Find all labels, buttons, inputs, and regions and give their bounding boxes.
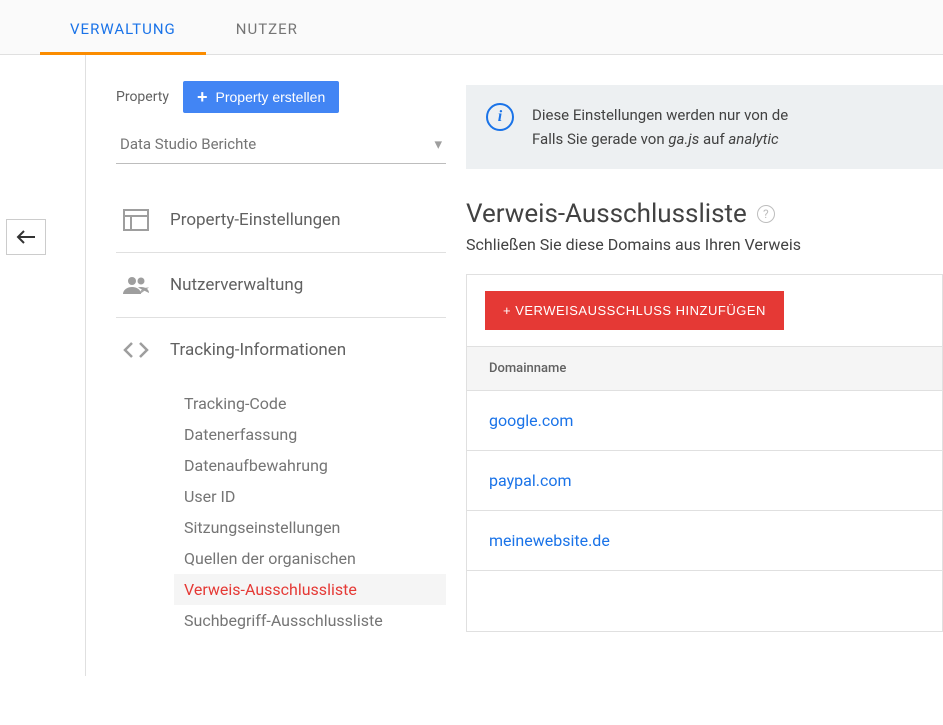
property-sidebar: Property + Property erstellen Data Studi… bbox=[86, 55, 466, 676]
nav-tracking-info[interactable]: Tracking-Informationen bbox=[116, 318, 446, 382]
layout-icon bbox=[122, 208, 150, 232]
domain-link[interactable]: google.com bbox=[489, 411, 573, 430]
info-icon: i bbox=[486, 103, 514, 131]
page-title: Verweis-Ausschlussliste bbox=[466, 199, 747, 229]
domain-table: + VERWEISAUSSCHLUSS HINZUFÜGEN Domainnam… bbox=[466, 274, 943, 632]
back-column bbox=[26, 55, 86, 676]
property-header-row: Property + Property erstellen bbox=[116, 81, 446, 113]
top-tabs: VERWALTUNG NUTZER bbox=[0, 0, 943, 55]
tracking-submenu: Tracking-Code Datenerfassung Datenaufbew… bbox=[116, 382, 446, 656]
table-row: google.com bbox=[467, 391, 942, 451]
nav-label: Nutzerverwaltung bbox=[170, 275, 303, 295]
add-referral-exclusion-button[interactable]: + VERWEISAUSSCHLUSS HINZUFÜGEN bbox=[485, 291, 784, 330]
table-empty-row bbox=[467, 571, 942, 631]
sub-data-collection[interactable]: Datenerfassung bbox=[184, 419, 446, 450]
help-icon[interactable]: ? bbox=[757, 205, 775, 223]
info-text: Diese Einstellungen werden nur von de Fa… bbox=[532, 103, 788, 151]
table-row: meinewebsite.de bbox=[467, 511, 942, 571]
page-description: Schließen Sie diese Domains aus Ihren Ve… bbox=[466, 235, 943, 254]
property-select-value: Data Studio Berichte bbox=[120, 135, 256, 153]
property-label: Property bbox=[116, 89, 169, 105]
table-header: Domainname bbox=[467, 347, 942, 391]
code-icon bbox=[122, 338, 150, 362]
sub-user-id[interactable]: User ID bbox=[184, 481, 446, 512]
tab-users[interactable]: NUTZER bbox=[206, 0, 328, 54]
plus-icon: + bbox=[197, 90, 208, 104]
nav-label: Tracking-Informationen bbox=[170, 340, 346, 360]
domain-link[interactable]: meinewebsite.de bbox=[489, 531, 610, 550]
sub-tracking-code[interactable]: Tracking-Code bbox=[184, 388, 446, 419]
sub-organic-sources[interactable]: Quellen der organischen bbox=[184, 543, 446, 574]
add-row: + VERWEISAUSSCHLUSS HINZUFÜGEN bbox=[467, 275, 942, 347]
tab-admin[interactable]: VERWALTUNG bbox=[40, 0, 206, 54]
create-property-label: Property erstellen bbox=[216, 89, 326, 105]
domain-link[interactable]: paypal.com bbox=[489, 471, 571, 490]
create-property-button[interactable]: + Property erstellen bbox=[183, 81, 339, 113]
sub-search-exclusion[interactable]: Suchbegriff-Ausschlussliste bbox=[184, 605, 446, 636]
main-content: i Diese Einstellungen werden nur von de … bbox=[466, 55, 943, 676]
property-select[interactable]: Data Studio Berichte ▾ bbox=[116, 127, 446, 164]
sub-referral-exclusion[interactable]: Verweis-Ausschlussliste bbox=[174, 574, 446, 605]
sub-data-retention[interactable]: Datenaufbewahrung bbox=[184, 450, 446, 481]
users-icon bbox=[122, 273, 150, 297]
back-arrow-icon bbox=[16, 229, 36, 245]
back-button[interactable] bbox=[6, 219, 46, 255]
nav-label: Property-Einstellungen bbox=[170, 210, 341, 230]
chevron-down-icon: ▾ bbox=[434, 135, 442, 153]
nav-property-settings[interactable]: Property-Einstellungen bbox=[116, 188, 446, 252]
sub-session-settings[interactable]: Sitzungseinstellungen bbox=[184, 512, 446, 543]
info-banner: i Diese Einstellungen werden nur von de … bbox=[466, 85, 943, 169]
nav-user-management[interactable]: Nutzerverwaltung bbox=[116, 253, 446, 317]
table-row: paypal.com bbox=[467, 451, 942, 511]
